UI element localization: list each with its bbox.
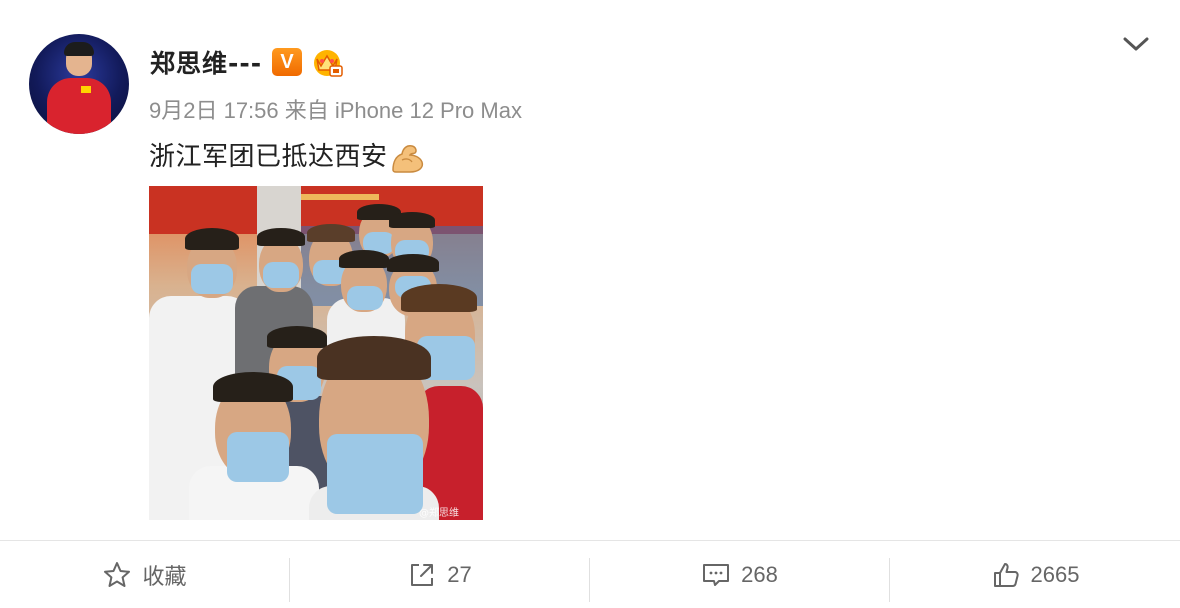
comment-count: 268 xyxy=(741,561,778,587)
comment-icon xyxy=(703,563,730,586)
face-mask xyxy=(347,286,383,310)
thumbs-up-icon xyxy=(993,562,1019,587)
person-hair xyxy=(307,224,355,242)
like-count: 2665 xyxy=(1030,561,1080,587)
face-mask xyxy=(263,262,299,288)
crown-icon[interactable] xyxy=(310,46,344,78)
face-mask xyxy=(227,432,289,482)
image-watermark: @郑思维 xyxy=(419,508,459,519)
chevron-down-icon[interactable] xyxy=(1122,34,1150,54)
person-hair xyxy=(213,372,293,402)
face-mask xyxy=(191,264,233,294)
post-image[interactable]: @郑思维 xyxy=(149,186,483,520)
person-hair xyxy=(401,284,477,312)
action-bar: 收藏 27 268 2665 xyxy=(0,541,1180,608)
favorite-button[interactable]: 收藏 xyxy=(0,541,289,608)
person-hair xyxy=(389,212,435,228)
repost-count: 27 xyxy=(447,561,472,587)
post-text: 浙江军团已抵达西安 xyxy=(149,136,426,174)
avatar-body xyxy=(47,78,111,134)
share-icon xyxy=(411,563,434,586)
person-hair xyxy=(257,228,305,246)
person-hair xyxy=(387,254,439,272)
flexed-biceps-icon xyxy=(391,144,423,173)
post-text-content: 浙江军团已抵达西安 xyxy=(149,142,388,172)
avatar[interactable] xyxy=(29,34,129,134)
favorite-label: 收藏 xyxy=(142,563,187,589)
avatar-hair xyxy=(64,42,94,56)
username[interactable]: 郑思维--- xyxy=(150,44,262,80)
person-hair xyxy=(317,336,431,380)
vip-badge-icon[interactable]: V xyxy=(272,48,302,76)
avatar-flag xyxy=(81,86,91,93)
person-hair xyxy=(185,228,239,250)
like-button[interactable]: 2665 xyxy=(890,541,1180,608)
star-icon xyxy=(104,561,131,587)
person-hair xyxy=(339,250,389,268)
post-meta: 9月2日 17:56 来自 iPhone 12 Pro Max xyxy=(149,98,522,123)
person-hair xyxy=(267,326,327,348)
face-mask xyxy=(327,434,423,514)
repost-button[interactable]: 27 xyxy=(290,541,589,608)
comment-button[interactable]: 268 xyxy=(590,541,889,608)
